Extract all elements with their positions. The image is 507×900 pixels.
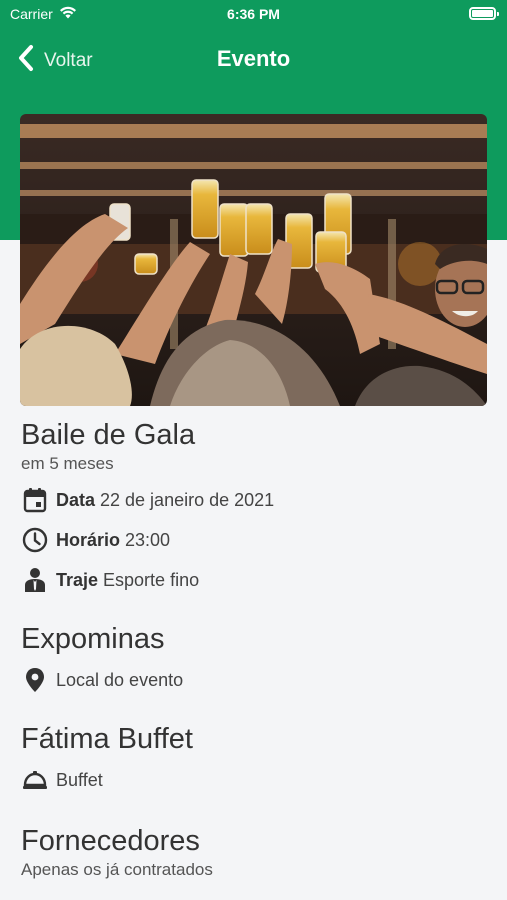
location-pin-icon xyxy=(21,666,49,694)
time-value: 23:00 xyxy=(125,529,171,550)
battery-icon xyxy=(469,7,499,20)
suppliers-title: Fornecedores xyxy=(21,825,200,857)
clock-icon xyxy=(21,526,49,554)
dress-code-value: Esporte fino xyxy=(103,569,200,590)
event-relative-date: em 5 meses xyxy=(21,454,114,473)
event-details: Baile de Gala em 5 meses Data 22 de jane… xyxy=(21,418,491,880)
date-value: 22 de janeiro de 2021 xyxy=(100,489,275,510)
venue-name: Expominas xyxy=(21,623,165,655)
page-title: Evento xyxy=(216,46,291,71)
clock: 6:36 PM xyxy=(227,6,280,22)
event-name: Baile de Gala xyxy=(21,419,196,451)
navigation-bar: Voltar Evento xyxy=(0,36,507,84)
calendar-icon xyxy=(21,486,49,514)
buffet-caption: Buffet xyxy=(56,769,103,790)
time-row: Horário 23:00 xyxy=(21,520,491,560)
venue-caption: Local do evento xyxy=(56,669,184,690)
venue-row[interactable]: Local do evento xyxy=(21,660,491,700)
person-suit-icon xyxy=(21,566,49,594)
status-bar: Carrier 6:36 PM xyxy=(0,0,507,28)
cloche-icon xyxy=(21,766,49,794)
date-label: Data xyxy=(56,489,96,510)
time-label: Horário xyxy=(56,529,121,550)
buffet-row[interactable]: Buffet xyxy=(21,760,491,800)
dress-code-label: Traje xyxy=(56,569,99,590)
event-photo xyxy=(20,114,487,406)
buffet-name: Fátima Buffet xyxy=(21,723,193,755)
date-row: Data 22 de janeiro de 2021 xyxy=(21,480,491,520)
suppliers-subtitle: Apenas os já contratados xyxy=(21,860,213,879)
dress-code-row: Traje Esporte fino xyxy=(21,560,491,600)
